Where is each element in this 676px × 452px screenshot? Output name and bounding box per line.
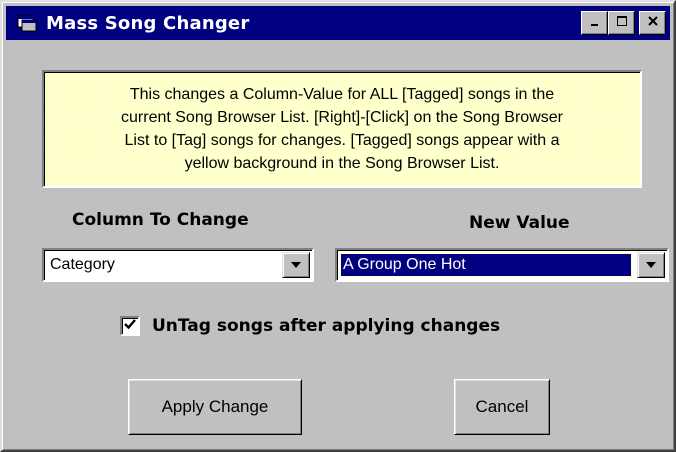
column-to-change-value[interactable]: Category — [48, 254, 276, 276]
instructions-line: This changes a Column-Value for ALL [Tag… — [129, 86, 555, 103]
close-icon — [647, 14, 659, 32]
chevron-down-icon — [290, 256, 302, 274]
checkmark-icon — [123, 317, 137, 336]
maximize-icon — [616, 14, 628, 32]
window-controls — [581, 11, 666, 35]
new-value-value[interactable]: A Group One Hot — [340, 253, 632, 277]
untag-option[interactable]: UnTag songs after applying changes — [120, 316, 500, 336]
untag-checkbox[interactable] — [120, 316, 140, 336]
close-button[interactable] — [639, 11, 666, 35]
untag-label[interactable]: UnTag songs after applying changes — [152, 316, 500, 336]
instructions-box: This changes a Column-Value for ALL [Tag… — [42, 70, 642, 188]
column-to-change-label: Column To Change — [72, 210, 249, 230]
chevron-down-icon — [645, 256, 657, 274]
mass-song-changer-window: Mass Song Changer This changes a Column-… — [0, 0, 676, 452]
new-value-dropdown-button[interactable] — [637, 252, 665, 278]
instructions-line: List to [Tag] songs for changes. [Tagged… — [124, 132, 560, 149]
cancel-button[interactable]: Cancel — [454, 379, 550, 435]
app-window-icon[interactable] — [16, 12, 38, 34]
new-value-label: New Value — [469, 213, 570, 233]
window-title: Mass Song Changer — [46, 12, 250, 34]
instructions-line: current Song Browser List. [Right]-[Clic… — [121, 109, 563, 126]
minimize-icon — [589, 14, 601, 32]
new-value-select[interactable]: A Group One Hot — [335, 248, 669, 282]
column-to-change-select[interactable]: Category — [42, 248, 314, 282]
maximize-button[interactable] — [608, 11, 635, 35]
instructions-text: This changes a Column-Value for ALL [Tag… — [121, 83, 563, 175]
column-to-change-dropdown-button[interactable] — [282, 252, 310, 278]
title-bar[interactable]: Mass Song Changer — [6, 6, 670, 40]
apply-change-button[interactable]: Apply Change — [128, 379, 302, 435]
minimize-button[interactable] — [581, 11, 608, 35]
instructions-line: yellow background in the Song Browser Li… — [184, 155, 500, 172]
